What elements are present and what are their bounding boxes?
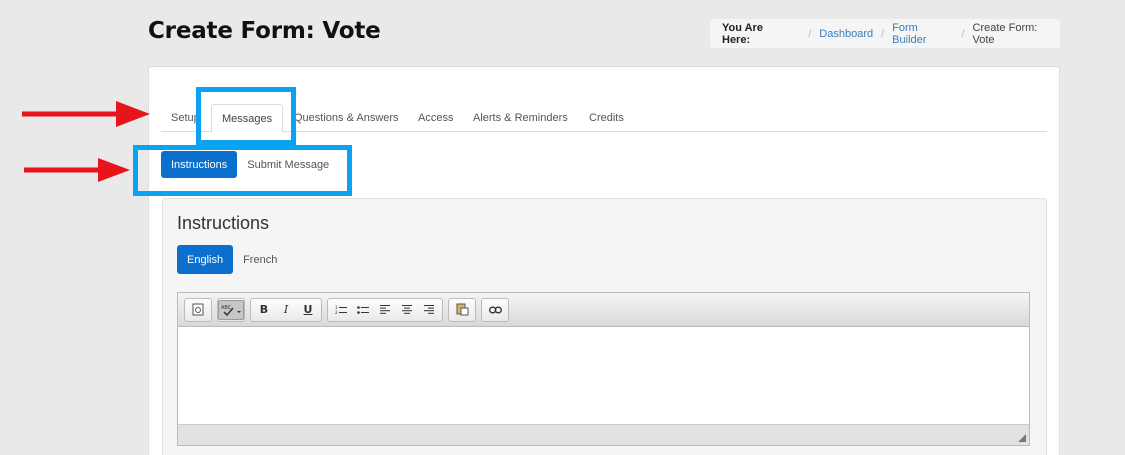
spellcheck-icon[interactable]: ABC — [218, 299, 244, 320]
toolbar-group — [448, 297, 476, 322]
tab-credits[interactable]: Credits — [589, 104, 624, 132]
toolbar-group — [481, 297, 509, 322]
source-icon[interactable] — [187, 300, 209, 320]
breadcrumb-form-builder-link[interactable]: Form Builder — [892, 22, 953, 46]
spellcheck-abc: ABC — [221, 305, 232, 311]
tab-highlight-box — [196, 87, 296, 145]
subtab-highlight-box — [133, 145, 352, 196]
panel-title: Instructions — [177, 213, 270, 233]
tab-questions-answers[interactable]: Questions & Answers — [294, 104, 399, 132]
underline-button[interactable]: U — [297, 300, 319, 320]
breadcrumb-dashboard-link[interactable]: Dashboard — [819, 28, 873, 40]
tab-alerts-reminders[interactable]: Alerts & Reminders — [473, 104, 568, 132]
bold-button[interactable]: B — [253, 300, 275, 320]
bullet-list-icon[interactable] — [352, 300, 374, 320]
rich-text-editor: ABC B I U 12 — [177, 292, 1030, 446]
toolbar-group — [184, 297, 212, 322]
toolbar-group: 12 — [327, 297, 443, 322]
breadcrumb-label: You Are Here: — [722, 21, 763, 46]
breadcrumb-current: Create Form: Vote — [972, 21, 1038, 46]
tab-access[interactable]: Access — [418, 104, 453, 132]
toolbar-group: B I U — [250, 297, 322, 322]
svg-text:2: 2 — [335, 310, 338, 315]
italic-button[interactable]: I — [275, 300, 297, 320]
numbered-list-icon[interactable]: 12 — [330, 300, 352, 320]
resize-handle-icon[interactable] — [1018, 434, 1026, 442]
arrow-icon — [24, 158, 130, 182]
align-right-icon[interactable] — [418, 300, 440, 320]
breadcrumb: You Are Here: / Dashboard / Form Builder… — [710, 19, 1060, 48]
arrow-icon — [22, 101, 150, 127]
lang-tab-english[interactable]: English — [177, 245, 234, 274]
toolbar-group: ABC — [217, 297, 245, 322]
page-title: Create Form: Vote — [148, 18, 381, 44]
language-tabs: English French — [177, 245, 287, 274]
editor-toolbar: ABC B I U 12 — [178, 293, 1029, 327]
paste-icon[interactable] — [451, 300, 473, 320]
breadcrumb-separator: / — [961, 27, 965, 40]
align-center-icon[interactable] — [396, 300, 418, 320]
align-left-icon[interactable] — [374, 300, 396, 320]
link-icon[interactable] — [484, 300, 506, 320]
breadcrumb-separator: / — [881, 27, 885, 40]
editor-footer — [178, 424, 1029, 445]
editor-content-area[interactable] — [178, 327, 1029, 424]
breadcrumb-separator: / — [808, 27, 812, 40]
lang-tab-french[interactable]: French — [233, 245, 287, 274]
